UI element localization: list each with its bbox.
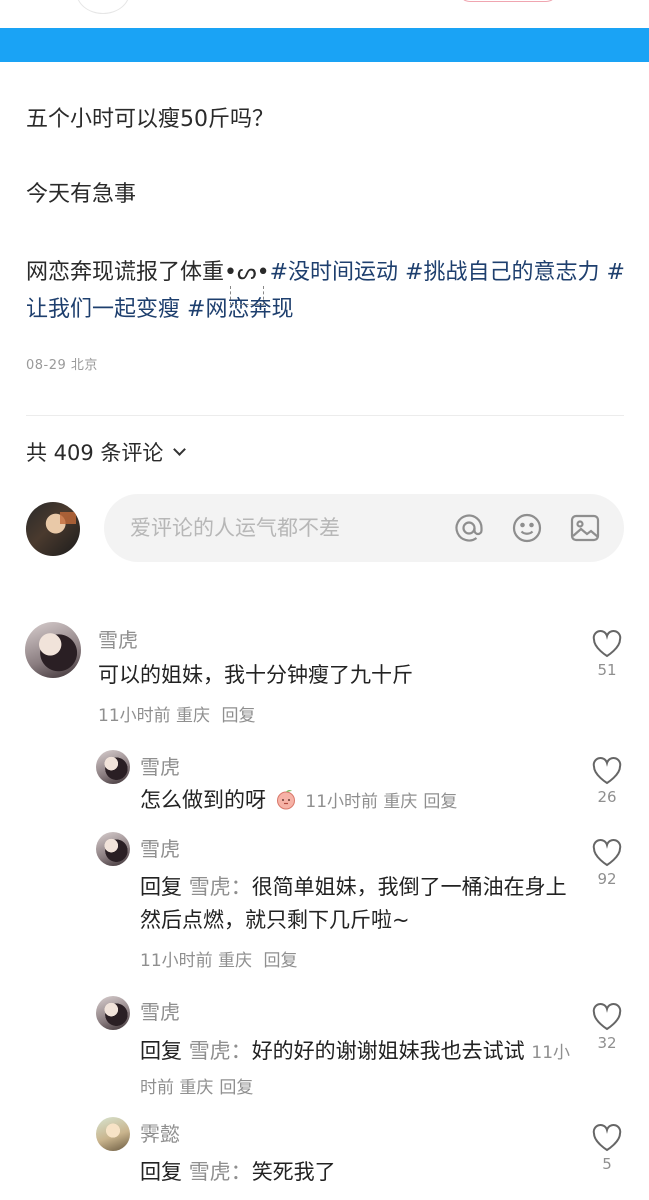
author-avatar[interactable]	[76, 0, 130, 14]
my-avatar	[26, 502, 80, 556]
heart-icon	[592, 1124, 622, 1152]
comment-text-body: 怎么做到的呀	[140, 788, 266, 812]
comment-text: 回复 雪虎：好的好的谢谢姐妹我也去试试 11小时前 重庆 回复	[140, 1035, 570, 1105]
reply-button[interactable]: 回复	[263, 951, 297, 971]
chevron-down-icon	[173, 442, 187, 456]
heart-icon	[592, 839, 622, 867]
heart-icon	[592, 757, 622, 785]
comment-text: 怎么做到的呀 11小时前 重庆 回复	[140, 784, 570, 819]
like-count: 92	[597, 870, 617, 888]
like-button[interactable]: 26	[587, 757, 627, 806]
commenter-avatar[interactable]	[96, 832, 130, 866]
emoticon: •ᔕ•	[224, 260, 270, 285]
comment-input-box[interactable]	[104, 494, 624, 562]
comment-location: 重庆	[218, 951, 253, 971]
comment-count-toggle[interactable]: 共 409 条评论	[26, 437, 187, 467]
divider	[26, 415, 624, 416]
post-date: 08-29	[26, 358, 67, 373]
commenter-avatar[interactable]	[96, 750, 130, 784]
like-count: 5	[602, 1155, 612, 1173]
reply-button[interactable]: 回复	[221, 706, 255, 726]
post-body: 网恋奔现谎报了体重•ᔕ•#没时间运动 #挑战自己的意志力 #让我们一起变瘦 #网…	[26, 254, 626, 328]
mention-icon[interactable]	[452, 511, 486, 545]
like-count: 32	[597, 1034, 617, 1052]
comment-time: 11小时前	[140, 951, 213, 971]
reply-button[interactable]: 回复	[423, 792, 457, 812]
reply-prefix: 回复	[140, 875, 182, 899]
commenter-name[interactable]: 雪虎	[140, 833, 180, 862]
image-icon[interactable]	[568, 511, 602, 545]
top-header	[0, 0, 649, 28]
like-button[interactable]: 51	[587, 630, 627, 679]
like-count: 51	[597, 661, 617, 679]
comment-text: 可以的姐妹，我十分钟瘦了九十斤	[98, 663, 413, 687]
comment-input[interactable]	[130, 494, 450, 562]
reply-target[interactable]: 雪虎：	[189, 1160, 252, 1184]
comment-meta: 11小时前 重庆 回复	[140, 946, 297, 971]
comment-text: 回复 雪虎：很简单姐妹，我倒了一桶油在身上然后点燃，就只剩下几斤啦~	[140, 871, 570, 937]
commenter-name[interactable]: 雪虎	[98, 624, 138, 653]
commenter-avatar[interactable]	[25, 622, 81, 678]
post-meta: 08-29 北京	[26, 354, 98, 373]
heart-icon	[592, 630, 622, 658]
comment-meta: 11小时前 重庆 回复	[98, 701, 255, 726]
like-count: 26	[597, 788, 617, 806]
comment-meta: 11小时前 重庆 回复	[305, 792, 457, 812]
commenter-name[interactable]: 雪虎	[140, 996, 180, 1025]
post-text: 网恋奔现谎报了体重	[26, 260, 225, 285]
commenter-name[interactable]: 霁懿	[140, 1118, 180, 1147]
commenter-avatar[interactable]	[96, 996, 130, 1030]
comment-location: 重庆	[176, 706, 211, 726]
emoji-icon[interactable]	[510, 511, 544, 545]
comment-time: 11小时前	[98, 706, 171, 726]
post-text-line: 今天有急事	[26, 182, 137, 207]
post-text-line: 五个小时可以瘦50斤吗？	[26, 107, 274, 132]
comment-text-body: 好的好的谢谢姐妹我也去试试	[251, 1039, 525, 1063]
reply-target[interactable]: 雪虎：	[189, 875, 252, 899]
comment-location: 重庆	[383, 792, 418, 812]
blue-banner	[0, 28, 649, 62]
comment-text-body: 笑死我了	[251, 1160, 336, 1184]
heart-icon	[592, 1003, 622, 1031]
comment-location: 重庆	[179, 1078, 214, 1098]
commenter-avatar[interactable]	[96, 1117, 130, 1151]
post-location: 北京	[70, 358, 98, 373]
commenter-name[interactable]: 雪虎	[140, 751, 180, 780]
reply-button[interactable]: 回复	[219, 1078, 253, 1098]
comment-time: 11小时前	[305, 792, 379, 812]
hashtag[interactable]: #挑战自己的意志力	[405, 260, 599, 285]
reply-prefix: 回复	[140, 1039, 182, 1063]
follow-button[interactable]	[458, 0, 558, 2]
comment-text: 回复 雪虎：笑死我了	[140, 1156, 570, 1189]
hashtag[interactable]: #没时间运动	[270, 260, 398, 285]
like-button[interactable]: 5	[587, 1124, 627, 1173]
like-button[interactable]: 32	[587, 1003, 627, 1052]
reply-target[interactable]: 雪虎：	[189, 1039, 252, 1063]
peach-emoji-icon	[276, 790, 295, 810]
reply-prefix: 回复	[140, 1160, 182, 1184]
comment-count-label: 共 409 条评论	[26, 441, 164, 465]
like-button[interactable]: 92	[587, 839, 627, 888]
